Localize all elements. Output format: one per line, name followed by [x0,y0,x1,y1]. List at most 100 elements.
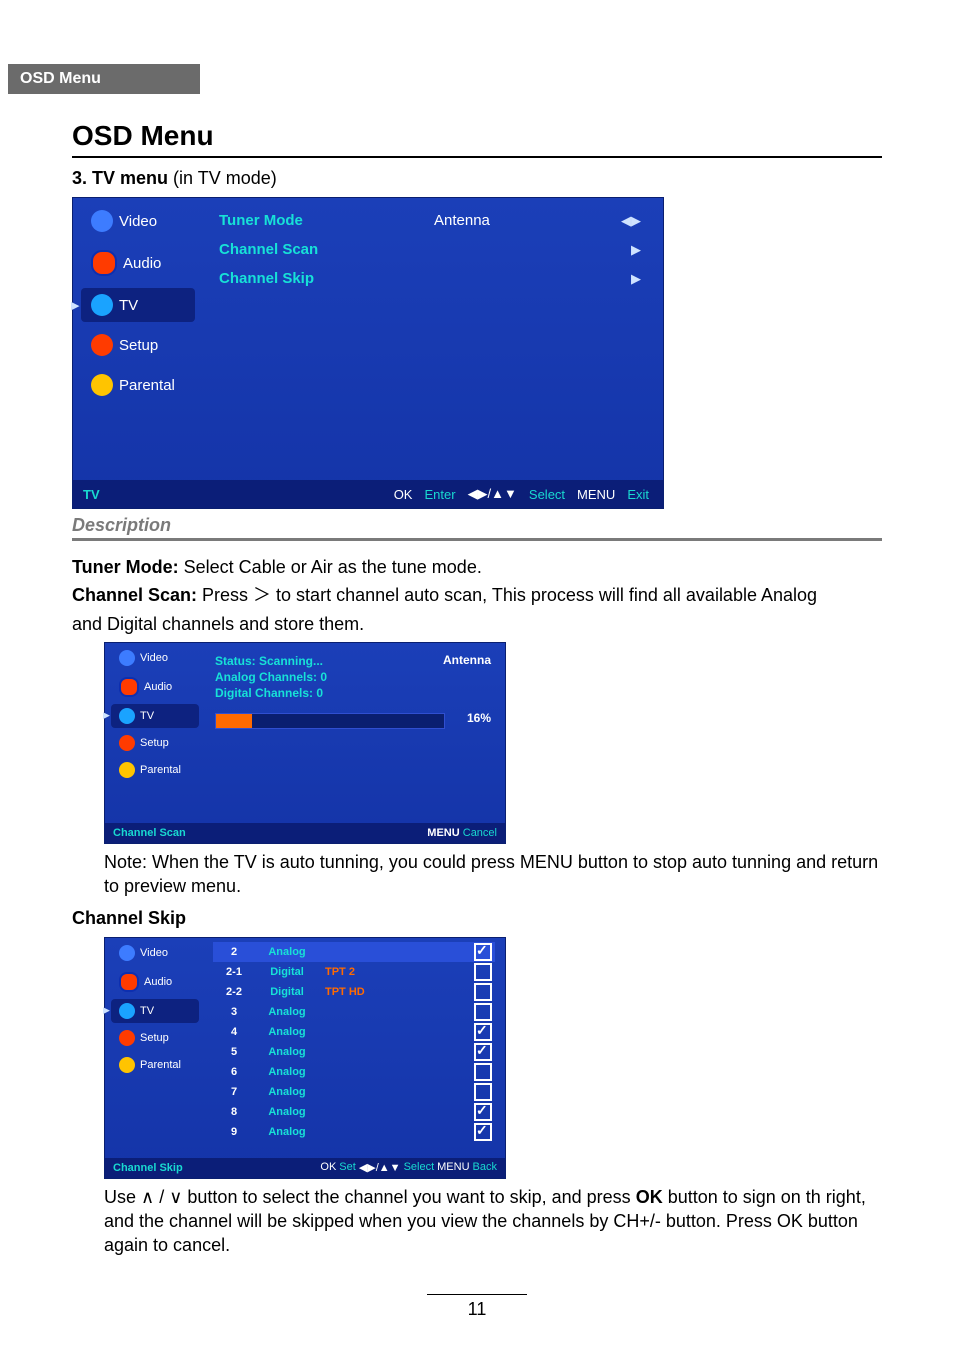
table-row[interactable]: 7Analog [213,1082,495,1102]
table-row[interactable]: 8Analog [213,1102,495,1122]
table-row[interactable]: 2-1DigitalTPT 2 [213,962,495,982]
cell-channel: 4 [213,1026,255,1038]
title-rule [72,156,882,158]
cell-channel: 5 [213,1046,255,1058]
osd-channel-scan: Video Audio TV Setup Parental Status: Sc… [104,642,506,844]
cell-channel: 6 [213,1066,255,1078]
cell-check[interactable] [471,1043,495,1061]
cell-channel: 2-1 [213,966,255,978]
scan-note: Note: When the TV is auto tunning, you c… [104,850,882,899]
channel-skip-heading: Channel Skip [72,908,186,928]
setup-icon [119,735,135,751]
cell-type: Analog [255,1106,319,1118]
sidebar-item-tv[interactable]: TV [81,288,195,322]
checkbox-icon [474,1063,492,1081]
video-icon [91,210,113,232]
cell-type: Analog [255,946,319,958]
cell-check[interactable] [471,1063,495,1081]
page-footer: 11 [0,1294,954,1320]
cell-check[interactable] [471,1003,495,1021]
cell-type: Analog [255,1006,319,1018]
table-row[interactable]: 5Analog [213,1042,495,1062]
table-row[interactable]: 6Analog [213,1062,495,1082]
parental-icon [119,762,135,778]
row-channel-skip[interactable]: Channel Skip▶ [213,264,647,293]
tv-icon [91,294,113,316]
down-icon: ∨ [169,1187,182,1207]
checkbox-icon [474,1023,492,1041]
up-icon: ∧ [141,1187,154,1207]
row-tuner-mode[interactable]: Tuner ModeAntenna◀▶ [213,206,647,235]
page-title: OSD Menu [72,120,882,152]
progress-percent: 16% [467,711,491,725]
progress-bar [215,713,445,729]
description-body: Tuner Mode: Select Cable or Air as the t… [72,555,882,636]
cell-type: Analog [255,1126,319,1138]
sidebar-item-setup[interactable]: Setup [81,328,195,362]
row-channel-scan[interactable]: Channel Scan▶ [213,235,647,264]
cell-channel: 3 [213,1006,255,1018]
table-row[interactable]: 3Analog [213,1002,495,1022]
audio-icon [119,972,139,992]
table-row[interactable]: 9Analog [213,1122,495,1142]
checkbox-icon [474,1123,492,1141]
osd3-footer: Channel Skip OK Set ◀▶/▲▼ Select MENU Ba… [105,1158,505,1178]
sidebar-item-parental[interactable]: Parental [111,1053,199,1077]
description-rule [72,538,882,541]
table-row[interactable]: 2Analog [213,942,495,962]
dpad-icon: ◀▶/▲▼ [359,1161,401,1174]
cell-check[interactable] [471,983,495,1001]
checkbox-icon [474,983,492,1001]
sidebar-item-tv[interactable]: TV [111,704,199,728]
chevron-right-icon: ▶ [631,242,641,258]
osd1-footer: TV OK Enter ◀▶/▲▼ Select MENU Exit [73,480,663,508]
audio-icon [119,677,139,697]
osd2-footer: Channel Scan MENU Cancel [105,823,505,843]
osd1-sidebar: Video Audio TV Setup Parental [73,198,203,468]
sidebar-item-audio[interactable]: Audio [111,673,199,701]
sidebar-item-audio[interactable]: Audio [81,244,195,282]
cell-name: TPT HD [319,986,471,998]
sidebar-item-video[interactable]: Video [111,646,199,670]
sidebar-item-parental[interactable]: Parental [111,758,199,782]
channel-skip-instructions: Use ∧ / ∨ button to select the channel y… [104,1185,882,1258]
cell-check[interactable] [471,1023,495,1041]
table-row[interactable]: 4Analog [213,1022,495,1042]
chevron-right-icon: ＞ [253,585,271,605]
osd2-sidebar: Video Audio TV Setup Parental [105,643,205,785]
cell-channel: 9 [213,1126,255,1138]
osd3-sidebar: Video Audio TV Setup Parental [105,938,205,1080]
cell-check[interactable] [471,1083,495,1101]
sidebar-item-setup[interactable]: Setup [111,1026,199,1050]
tv-icon [119,708,135,724]
parental-icon [119,1057,135,1073]
sidebar-item-setup[interactable]: Setup [111,731,199,755]
cell-check[interactable] [471,963,495,981]
cell-check[interactable] [471,943,495,961]
progress-fill [216,714,252,728]
chevron-right-icon: ▶ [631,271,641,287]
sidebar-item-video[interactable]: Video [81,204,195,238]
video-icon [119,650,135,666]
setup-icon [91,334,113,356]
cell-channel: 2 [213,946,255,958]
table-row[interactable]: 2-2DigitalTPT HD [213,982,495,1002]
setup-icon [119,1030,135,1046]
checkbox-icon [474,963,492,981]
checkbox-icon [474,1043,492,1061]
section-heading: 3. TV menu (in TV mode) [72,168,882,189]
cell-type: Digital [255,986,319,998]
sidebar-item-audio[interactable]: Audio [111,968,199,996]
cell-check[interactable] [471,1123,495,1141]
cell-check[interactable] [471,1103,495,1121]
cell-type: Analog [255,1046,319,1058]
video-icon [119,945,135,961]
page-number: 11 [468,1299,487,1319]
checkbox-icon [474,943,492,961]
cell-type: Analog [255,1066,319,1078]
dpad-icon: ◀▶/▲▼ [464,486,521,502]
sidebar-item-video[interactable]: Video [111,941,199,965]
parental-icon [91,374,113,396]
sidebar-item-tv[interactable]: TV [111,999,199,1023]
sidebar-item-parental[interactable]: Parental [81,368,195,402]
